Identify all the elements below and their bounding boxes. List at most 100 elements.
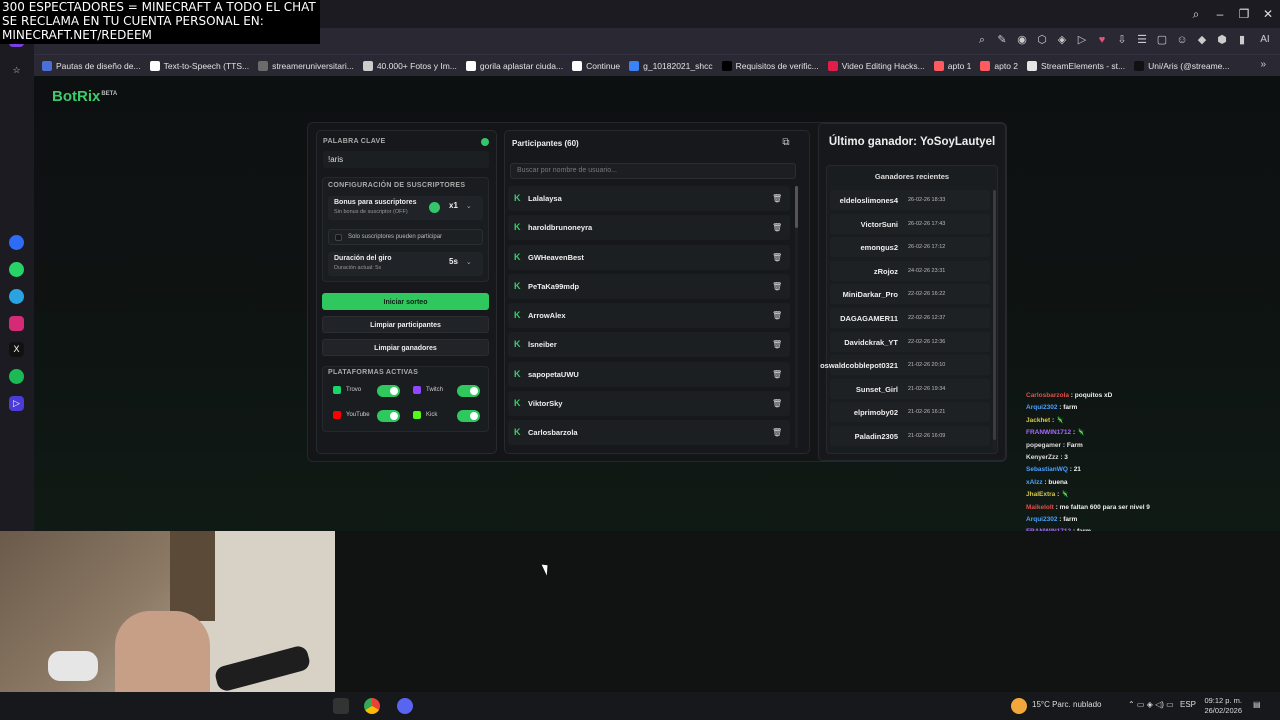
chat-message: Carlosbarzola : poquitos xD [1026, 392, 1113, 399]
chat-message: JhalExtra : 🦎 [1026, 491, 1070, 499]
bonus-value: x1 [449, 201, 458, 210]
shield-icon[interactable]: ◈ [1054, 32, 1070, 48]
extension-icon[interactable]: ◆ [1194, 32, 1210, 48]
profile-icon[interactable]: ☺ [1174, 32, 1190, 48]
trash-icon[interactable]: 🗑 [772, 340, 782, 349]
participant-name: GWHeavenBest [528, 252, 584, 262]
edit-icon[interactable]: ✎ [994, 32, 1010, 48]
spotify-icon[interactable] [9, 369, 24, 384]
restore-button[interactable]: ❐ [1232, 7, 1256, 21]
x-icon[interactable]: X [9, 342, 24, 357]
keyword-input[interactable]: !aris [323, 151, 489, 168]
winner-name: MiniDarkar_Pro [842, 290, 898, 300]
trash-icon[interactable]: 🗑 [772, 428, 782, 437]
kick-icon: K [514, 398, 521, 409]
trash-icon[interactable]: 🗑 [772, 253, 782, 262]
box-icon[interactable]: ⬢ [1214, 32, 1230, 48]
trash-icon[interactable]: 🗑 [772, 223, 782, 232]
bookmark-item[interactable]: g_10182021_shcc [629, 60, 713, 71]
platform-toggle-youtube[interactable] [377, 410, 400, 422]
notification-icon[interactable]: ▤ [1253, 700, 1261, 709]
subs-only-checkbox[interactable]: Solo suscriptores pueden participar [328, 229, 483, 245]
close-button[interactable]: ✕ [1256, 7, 1280, 21]
bookmarks-bar: Pautas de diseño de... Text-to-Speech (TT… [34, 54, 1280, 76]
tray-icons[interactable]: ⌃ ▭ ◈ ◁) ▭ [1128, 700, 1174, 709]
sidebar-icon[interactable]: ▮ [1234, 32, 1250, 48]
copy-icon[interactable]: ⧉ [780, 137, 792, 149]
bookmark-item[interactable]: StreamElements - st... [1027, 60, 1125, 71]
discord-icon[interactable] [397, 698, 413, 714]
participant-scrollbar[interactable] [795, 186, 798, 448]
tabs-icon[interactable]: ▢ [1154, 32, 1170, 48]
winner-row: Davidckrak_YT 22-02-26 12:36 [830, 331, 990, 352]
language-indicator[interactable]: ESP [1180, 700, 1196, 709]
ai-button[interactable]: AI [1254, 32, 1276, 48]
camera-icon[interactable]: ◉ [1014, 32, 1030, 48]
chat-user: JhalExtra [1026, 491, 1056, 499]
heart-icon[interactable]: ♥ [1094, 32, 1110, 48]
trash-icon[interactable]: 🗑 [772, 194, 782, 203]
zoom-icon[interactable]: ⌕ [974, 32, 990, 48]
whatsapp-icon[interactable] [9, 262, 24, 277]
winner-scrollbar[interactable] [993, 190, 996, 450]
trash-icon[interactable]: 🗑 [772, 370, 782, 379]
participants-title: Participantes (60) [512, 139, 579, 148]
bookmark-item[interactable]: gorila aplastar ciuda... [465, 60, 564, 71]
clock[interactable]: 09:12 p. m. 26/02/2026 [1204, 696, 1242, 716]
bookmark-label: gorila aplastar ciuda... [479, 60, 564, 71]
clear-winners-button[interactable]: Limpiar ganadores [322, 339, 489, 356]
start-raffle-button[interactable]: Iniciar sorteo [322, 293, 489, 310]
winner-date: 26-02-26 17:12 [908, 244, 946, 251]
bookmark-item[interactable]: apto 2 [980, 60, 1018, 71]
overlay-line: 300 ESPECTADORES = MINECRAFT A TODO EL C… [2, 0, 316, 14]
trash-icon[interactable]: 🗑 [772, 399, 782, 408]
bookmark-item[interactable]: 40.000+ Fotos y Im... [362, 60, 457, 71]
pin-icon[interactable]: ⇩ [1114, 32, 1130, 48]
bookmark-item[interactable]: apto 1 [933, 60, 971, 71]
bookmark-item[interactable]: Requisitos de verific... [721, 60, 819, 71]
clear-participants-button[interactable]: Limpiar participantes [322, 316, 489, 333]
telegram-icon[interactable] [9, 289, 24, 304]
brand-badge: BETA [101, 91, 118, 97]
platform-toggle-trovo[interactable] [377, 385, 400, 397]
app-icon[interactable] [333, 698, 349, 714]
brand-logo[interactable]: BotRixBETA [52, 88, 117, 105]
participant-name: lsneiber [528, 340, 557, 350]
chat-message: Maikelolt : me faltan 600 para ser nivel… [1026, 503, 1150, 511]
info-icon[interactable] [481, 138, 489, 146]
bookmark-item[interactable]: Uni/Aris (@streame... [1134, 60, 1230, 71]
kick-icon: K [514, 193, 521, 203]
bookmark-item[interactable]: Text-to-Speech (TTS... [149, 60, 249, 71]
participant-row: Klsneiber 🗑 [508, 332, 790, 358]
play-icon[interactable]: ▷ [1074, 32, 1090, 48]
bookmark-item[interactable]: Continue [572, 60, 620, 71]
platform-toggle-kick[interactable] [457, 410, 480, 422]
chat-text: 21 [1073, 466, 1081, 474]
messenger-icon[interactable] [9, 235, 24, 250]
platform-toggle-twitch[interactable] [457, 385, 480, 397]
search-icon[interactable]: ⌕ [1184, 7, 1208, 22]
platform-label: Twitch [426, 387, 444, 393]
bookmark-item[interactable]: Pautas de diseño de... [42, 60, 141, 71]
bookmark-item[interactable]: streameruniversitari... [258, 60, 354, 71]
platform-kick: Kick [413, 411, 437, 419]
screenshot-icon[interactable]: ⬡ [1034, 32, 1050, 48]
star-icon[interactable]: ☆ [9, 63, 24, 78]
weather-text[interactable]: 15°C Parc. nublado [1032, 700, 1101, 709]
player-icon[interactable]: ▷ [9, 396, 24, 411]
chat-user: xAlzz [1026, 478, 1043, 486]
chevron-right-icon[interactable]: » [1260, 59, 1266, 70]
participant-search-input[interactable]: Buscar por nombre de usuario... [510, 163, 796, 179]
menu-icon[interactable]: ☰ [1134, 32, 1150, 48]
bookmark-item[interactable]: Video Editing Hacks... [827, 60, 925, 71]
minimize-button[interactable]: – [1208, 7, 1232, 21]
chrome-icon[interactable] [364, 698, 380, 714]
trash-icon[interactable]: 🗑 [772, 311, 782, 320]
trash-icon[interactable]: 🗑 [772, 282, 782, 291]
checkbox-icon[interactable] [335, 234, 342, 241]
kick-icon: K [514, 339, 521, 350]
spin-select[interactable]: 5s ⌄ [449, 257, 472, 266]
bonus-select[interactable]: x1 ⌄ [449, 201, 472, 210]
instagram-icon[interactable] [9, 316, 24, 331]
bonus-info-icon[interactable] [429, 202, 440, 213]
